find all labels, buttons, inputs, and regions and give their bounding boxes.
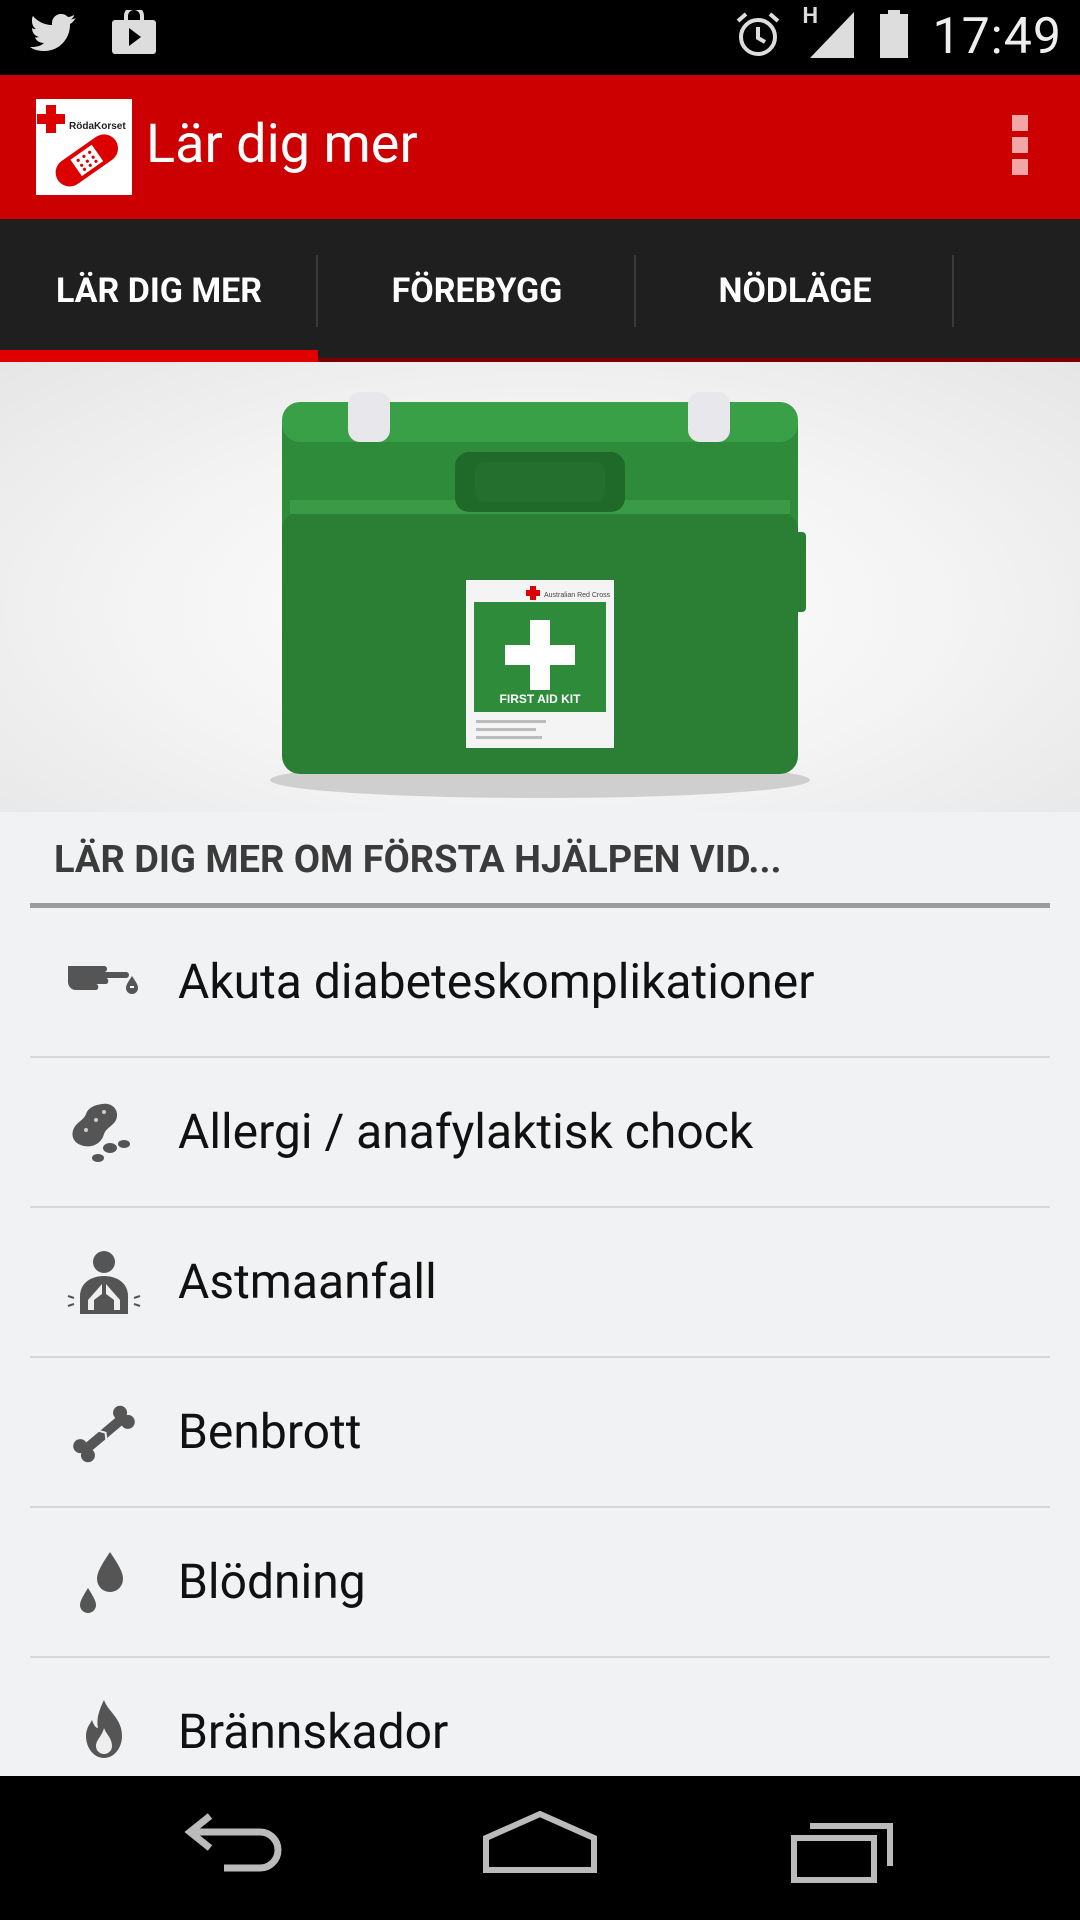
peanut-icon <box>66 1098 142 1170</box>
tab-forebygg[interactable]: FÖREBYGG <box>318 219 636 362</box>
network-type-label: H <box>802 4 819 29</box>
list-item-diabetes[interactable]: Akuta diabeteskomplikationer <box>30 908 1050 1058</box>
hero-image: FIRST AID KIT Australian Red Cross <box>0 362 1080 812</box>
list-item-label: Benbrott <box>178 1403 362 1460</box>
bone-icon <box>66 1398 142 1470</box>
home-button[interactable] <box>480 1804 600 1894</box>
alarm-icon <box>734 11 782 63</box>
diabetes-icon <box>66 948 142 1020</box>
navigation-bar <box>0 1776 1080 1920</box>
svg-text:RödaKorset: RödaKorset <box>69 121 126 132</box>
tab-partial[interactable]: T <box>954 219 1080 362</box>
lungs-icon <box>66 1248 142 1320</box>
svg-text:Australian Red Cross: Australian Red Cross <box>544 592 611 599</box>
list-item-asthma[interactable]: Astmaanfall <box>30 1208 1050 1358</box>
recent-apps-button[interactable] <box>780 1804 900 1894</box>
blood-drop-icon <box>66 1548 142 1620</box>
list-item-label: Astmaanfall <box>178 1253 437 1310</box>
list-item-bleeding[interactable]: Blödning <box>30 1508 1050 1658</box>
play-store-icon <box>110 6 158 60</box>
tab-bar: LÄR DIG MER FÖREBYGG NÖDLÄGE T <box>0 219 1080 362</box>
flame-icon <box>66 1698 142 1770</box>
status-bar: H 17:49 <box>0 0 1080 75</box>
tab-nodlage[interactable]: NÖDLÄGE <box>636 219 954 362</box>
action-bar: RödaKorset Lär dig mer <box>0 75 1080 219</box>
list-item-label: Akuta diabeteskomplikationer <box>178 953 815 1010</box>
tab-label: FÖREBYGG <box>391 270 563 311</box>
section-title: LÄR DIG MER OM FÖRSTA HJÄLPEN VID... <box>54 838 782 882</box>
battery-icon <box>878 10 910 64</box>
twitter-icon <box>30 13 78 57</box>
topic-list: Akuta diabeteskomplikationer Allergi / a… <box>30 908 1050 1806</box>
tab-label: LÄR DIG MER <box>55 270 263 311</box>
tab-lar-dig-mer[interactable]: LÄR DIG MER <box>0 219 318 362</box>
list-item-label: Blödning <box>178 1553 366 1610</box>
signal-icon: H <box>802 4 856 64</box>
svg-text:FIRST AID KIT: FIRST AID KIT <box>500 692 582 706</box>
list-item-label: Allergi / anafylaktisk chock <box>178 1103 754 1160</box>
page-title: Lär dig mer <box>146 113 418 176</box>
back-button[interactable] <box>180 1804 300 1894</box>
tab-label: NÖDLÄGE <box>718 270 872 311</box>
list-item-fracture[interactable]: Benbrott <box>30 1358 1050 1508</box>
overflow-menu-icon[interactable] <box>1012 115 1030 175</box>
list-item-allergy[interactable]: Allergi / anafylaktisk chock <box>30 1058 1050 1208</box>
clock: 17:49 <box>932 8 1062 66</box>
app-logo[interactable]: RödaKorset <box>36 99 132 195</box>
